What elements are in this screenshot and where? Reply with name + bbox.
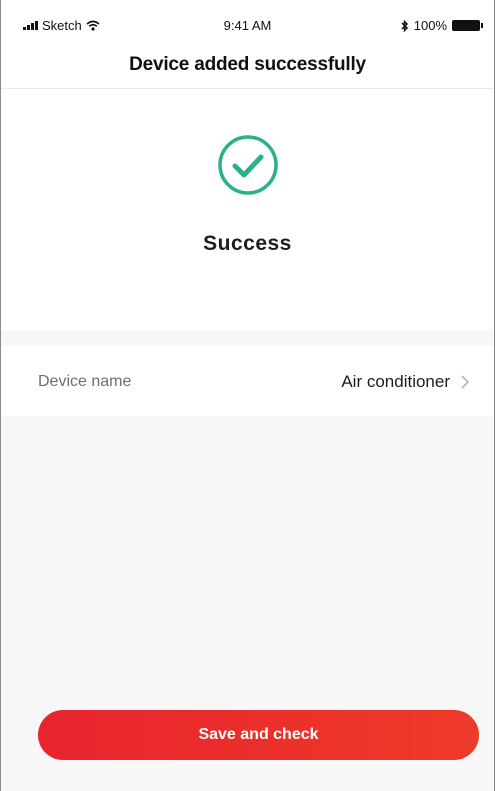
battery-icon [452, 20, 483, 31]
status-bar-right: 100% [401, 18, 483, 33]
app-screen: Sketch 9:41 AM 100% Device added success… [0, 0, 495, 791]
device-name-label: Device name [38, 373, 132, 390]
status-bar: Sketch 9:41 AM 100% [1, 0, 494, 40]
battery-percent: 100% [413, 18, 447, 33]
check-circle-icon [218, 135, 278, 195]
success-title: Success [203, 232, 292, 255]
device-name-value: Air conditioner [341, 372, 450, 391]
navigation-bar: Device added successfully [1, 40, 494, 89]
page-title: Device added successfully [129, 54, 366, 75]
success-card: Success [1, 89, 494, 331]
chevron-right-icon [461, 375, 470, 389]
bluetooth-icon [401, 19, 408, 32]
device-name-row[interactable]: Device name Air conditioner [1, 346, 494, 416]
save-and-check-button[interactable]: Save and check [38, 710, 479, 760]
